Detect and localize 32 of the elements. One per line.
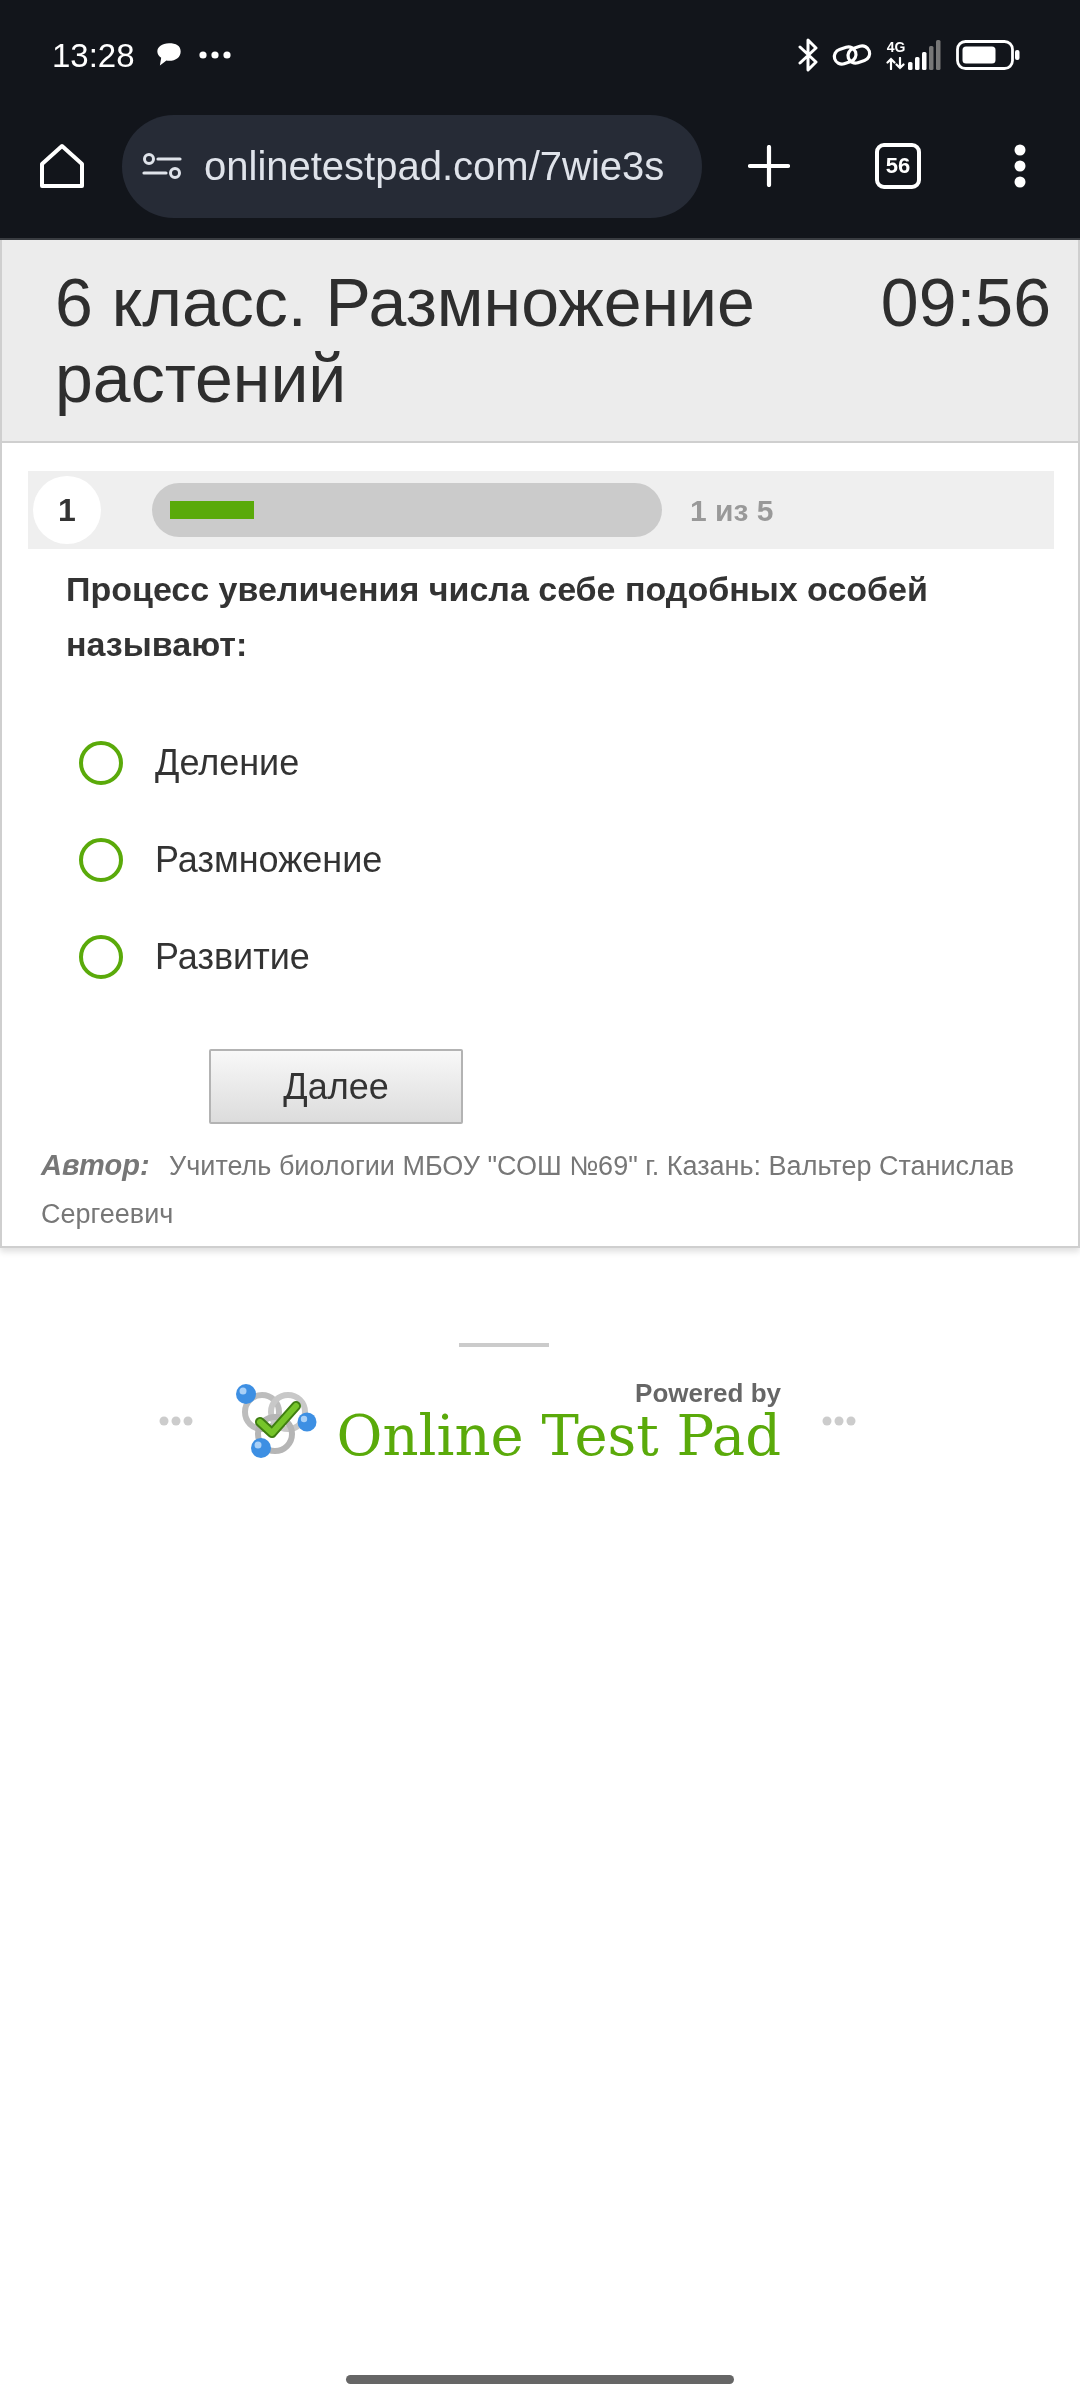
radio-button[interactable] — [79, 934, 123, 979]
data-arrows-icon — [886, 57, 906, 70]
test-title: 6 класс. Размножение растений — [55, 264, 756, 416]
bluetooth-icon — [798, 38, 818, 72]
answer-option-label[interactable]: Размножение — [155, 832, 383, 887]
powered-by-text: Powered by — [635, 1379, 781, 1408]
tab-switcher-button[interactable]: 56 — [875, 143, 921, 189]
next-button[interactable]: Далее — [209, 1049, 463, 1124]
menu-icon[interactable] — [1013, 144, 1027, 188]
signal-bars-icon — [908, 40, 942, 70]
question-number: 1 — [33, 476, 101, 544]
link-icon — [832, 42, 872, 68]
dots-icon — [159, 1416, 193, 1427]
timer-text: 09:56 — [880, 264, 1051, 340]
status-time: 13:28 — [52, 38, 135, 72]
question-text: Процесс увеличения числа себе подобных особей называют: — [66, 569, 929, 665]
progress-counter: 1 из 5 — [690, 492, 774, 529]
answer-option-label[interactable]: Развитие — [155, 929, 310, 984]
chat-bubble-icon — [154, 42, 183, 68]
more-notifications-icon — [198, 51, 231, 59]
dots-icon — [822, 1416, 856, 1427]
logo-icon — [234, 1382, 318, 1461]
radio-button[interactable] — [79, 837, 123, 882]
tune-icon[interactable] — [142, 152, 182, 180]
network-type-label: 4G — [886, 40, 906, 54]
address-field[interactable]: onlinetestpad.com/7wie3s — [122, 114, 702, 218]
answer-option-label[interactable]: Деление — [155, 735, 300, 790]
home-icon[interactable] — [38, 143, 86, 189]
author-credit: Автор: Учитель биологии МБОУ "СОШ №69" г. Казань: Вальтер Станислав Сергеевич — [41, 1148, 1016, 1231]
plus-icon[interactable] — [748, 145, 790, 187]
battery-icon — [956, 40, 1020, 70]
radio-button[interactable] — [79, 740, 123, 785]
